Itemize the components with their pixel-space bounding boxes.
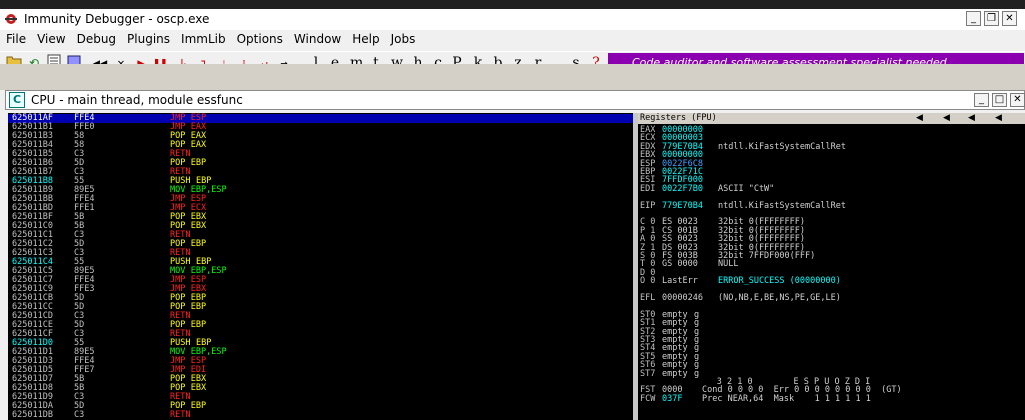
bug-icon [5, 14, 17, 24]
desktop-strip [0, 0, 1025, 9]
disasm-operand: EBX [190, 383, 207, 393]
disasm-hex: C3 [74, 410, 85, 420]
disasm-row[interactable]: 625011D1 89E5 MOV EBP,ESP [8, 348, 633, 357]
disasm-row[interactable]: 625011D8 5B POP EBX [8, 384, 633, 393]
cpu-window-icon: C [9, 92, 25, 108]
menu-bar: File View Debug Plugins ImmLib Options Window H… [0, 30, 1025, 50]
cpu-close-button[interactable]: ✕ [1010, 93, 1025, 107]
disasm-row[interactable]: 625011DA 5D POP EBP [8, 402, 633, 411]
menu-file[interactable]: File [0, 30, 31, 46]
register-comment: Prec NEAR,64 Mask 1 1 1 1 1 1 [702, 393, 871, 404]
disasm-row[interactable]: 625011CB 5D POP EBP [8, 294, 633, 303]
disasm-row[interactable]: 625011C9 FFE3 JMP EBX [8, 285, 633, 294]
disasm-row[interactable]: 625011C7 FFE4 JMP ESP [8, 276, 633, 285]
disasm-row[interactable]: 625011C2 5D POP EBP [8, 240, 633, 249]
disasm-row[interactable]: 625011DB C3 RETN [8, 411, 633, 420]
disasm-row[interactable]: 625011CD C3 RETN [8, 312, 633, 321]
disasm-row[interactable]: 625011B1 FFE0 JMP EAX [8, 123, 633, 132]
close-button[interactable]: ✕ [1002, 11, 1017, 26]
disasm-row[interactable]: 625011D5 FFE7 JMP EDI [8, 366, 633, 375]
cpu-maximize-button[interactable]: □ [992, 93, 1007, 107]
registers-title: Registers (FPU) [640, 113, 717, 123]
title-bar: Immunity Debugger - oscp.exe _ ❐ ✕ [0, 9, 1025, 31]
registers-prev2-icon[interactable]: ◀ [943, 113, 950, 124]
disasm-operand: EBP [190, 320, 207, 330]
disasm-row[interactable]: 625011B4 58 POP EAX [8, 141, 633, 150]
disasm-row[interactable]: 625011D9 C3 RETN [8, 393, 633, 402]
disasm-row[interactable]: 625011C1 C3 RETN [8, 231, 633, 240]
registers-prev-icon[interactable]: ◀ [916, 113, 923, 124]
register-value: 037F [662, 393, 683, 404]
restore-button[interactable]: ❐ [984, 11, 999, 26]
disasm-operand: EBP [190, 239, 207, 249]
menu-window[interactable]: Window [288, 30, 346, 46]
menu-jobs[interactable]: Jobs [385, 30, 421, 46]
disasm-row[interactable]: 625011C3 C3 RETN [8, 249, 633, 258]
disasm-row[interactable]: 625011B7 C3 RETN [8, 168, 633, 177]
disasm-row[interactable]: 625011D0 55 PUSH EBP [8, 339, 633, 348]
disasm-operand: EAX [190, 140, 207, 150]
disasm-row[interactable]: 625011BD FFE1 JMP ECX [8, 204, 633, 213]
disasm-row[interactable]: 625011C4 55 PUSH EBP [8, 258, 633, 267]
cpu-window-title: CPU - main thread, module essfunc [31, 93, 243, 107]
registers-prev4-icon[interactable]: ◀ [995, 113, 1002, 124]
disasm-row[interactable]: 625011B6 5D POP EBP [8, 159, 633, 168]
disasm-row[interactable]: 625011CE 5D POP EBP [8, 321, 633, 330]
disasm-row[interactable]: 625011B3 58 POP EAX [8, 132, 633, 141]
register-name: FCW [640, 393, 656, 404]
disasm-row[interactable]: 625011D7 5B POP EBX [8, 375, 633, 384]
disasm-operand: EBP [190, 158, 207, 168]
menu-plugins[interactable]: Plugins [121, 30, 175, 46]
register-line[interactable]: FCW 037F Prec NEAR,64 Mask 1 1 1 1 1 1 [640, 393, 1023, 404]
disasm-operand: EBX [190, 221, 207, 231]
disasm-mnemonic: RETN [170, 410, 191, 420]
cpu-window-titlebar: C CPU - main thread, module essfunc _ □ … [5, 90, 1025, 110]
disasm-row[interactable]: 625011CC 5D POP EBP [8, 303, 633, 312]
registers-header: Registers (FPU) ◀ ◀ ◀ ◀ [638, 113, 1025, 124]
cpu-minimize-button[interactable]: _ [974, 93, 989, 107]
menu-view[interactable]: View [31, 30, 70, 46]
disassembly-pane[interactable]: 625011AF FFE4 JMP ESP 625011B1 FFE0 JMP EAX 6250… [8, 113, 633, 420]
disasm-row[interactable]: 625011AF FFE4 JMP ESP [8, 114, 633, 123]
menu-help[interactable]: Help [346, 30, 384, 46]
disasm-row[interactable]: 625011C0 5B POP EBX [8, 222, 633, 231]
disasm-row[interactable]: 625011C5 89E5 MOV EBP,ESP [8, 267, 633, 276]
disasm-row[interactable]: 625011BF 5B POP EBX [8, 213, 633, 222]
disasm-row[interactable]: 625011CF C3 RETN [8, 330, 633, 339]
window-title: Immunity Debugger - oscp.exe [24, 12, 210, 26]
disasm-row[interactable]: 625011D3 FFE4 JMP ESP [8, 357, 633, 366]
disasm-row[interactable]: 625011B5 C3 RETN [8, 150, 633, 159]
disasm-operand: EBP [190, 401, 207, 411]
registers-pane[interactable]: Registers (FPU) ◀ ◀ ◀ ◀ EAX 00000000 ECX 00… [638, 113, 1025, 420]
menu-debug[interactable]: Debug [71, 30, 121, 46]
disasm-row[interactable]: 625011B9 89E5 MOV EBP,ESP [8, 186, 633, 195]
disasm-address: 625011DB [12, 410, 53, 420]
disasm-row[interactable]: 625011BB FFE4 JMP ESP [8, 195, 633, 204]
disasm-row[interactable]: 625011B8 55 PUSH EBP [8, 177, 633, 186]
menu-immlib[interactable]: ImmLib [175, 30, 231, 46]
menu-options[interactable]: Options [231, 30, 288, 46]
minimize-button[interactable]: _ [966, 11, 981, 26]
registers-prev3-icon[interactable]: ◀ [968, 113, 975, 124]
disasm-operand: EBP [190, 302, 207, 312]
mdi-area [0, 64, 1025, 90]
